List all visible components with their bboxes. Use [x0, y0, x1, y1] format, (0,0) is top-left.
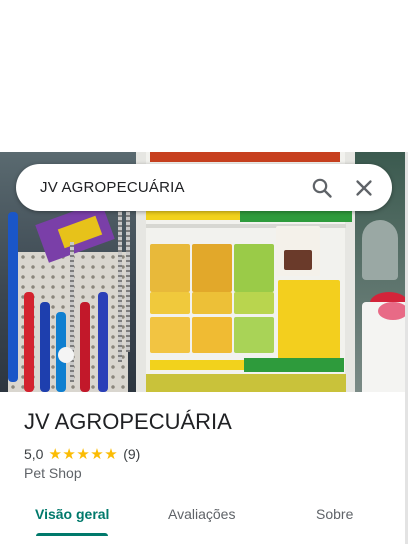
- tab-about[interactable]: Sobre: [316, 506, 353, 522]
- photo-pouch: [192, 244, 232, 292]
- photo-pouch: [234, 244, 274, 292]
- photo-shelf-label: [146, 210, 246, 220]
- photo-shelf-label: [150, 360, 248, 370]
- photo-lower-shelf: [146, 374, 346, 392]
- search-input[interactable]: JV AGROPECUÁRIA: [40, 179, 310, 196]
- photo-chain: [126, 192, 130, 352]
- photo-pouch: [234, 292, 274, 314]
- photo-product-box: [284, 250, 312, 270]
- place-category[interactable]: Pet Shop: [24, 465, 82, 481]
- tab-overview[interactable]: Visão geral: [35, 506, 109, 522]
- map-blank-area: [0, 0, 408, 152]
- photo-shelf-label: [244, 358, 344, 372]
- photo-leash: [98, 292, 108, 392]
- search-bar[interactable]: JV AGROPECUÁRIA: [16, 164, 392, 211]
- tab-reviews[interactable]: Avaliações: [168, 506, 235, 522]
- place-title: JV AGROPECUÁRIA: [24, 409, 232, 434]
- photo-bowl: [378, 302, 408, 320]
- photo-leash: [8, 212, 18, 382]
- search-icon[interactable]: [310, 176, 334, 200]
- photo-pouch: [150, 317, 190, 353]
- photo-leash: [24, 292, 34, 392]
- photo-leash: [80, 302, 90, 392]
- photo-pouch: [150, 292, 190, 314]
- rating-stars-icon: ★★★★★: [48, 446, 119, 463]
- photo-pouch: [192, 317, 232, 353]
- photo-pouch: [234, 317, 274, 353]
- photo-leash: [40, 302, 50, 392]
- rating-row[interactable]: 5,0 ★★★★★ (9): [24, 445, 140, 463]
- close-icon[interactable]: [352, 176, 376, 200]
- photo-scoop: [362, 220, 398, 280]
- photo-pouch: [192, 292, 232, 314]
- place-info-panel: JV AGROPECUÁRIA 5,0 ★★★★★ (9) Pet Shop V…: [0, 392, 408, 544]
- review-count: (9): [123, 446, 141, 462]
- photo-pouch: [150, 244, 190, 292]
- photo-products-top: [150, 152, 340, 162]
- place-tabs: Visão geral Avaliações Sobre: [0, 496, 408, 536]
- photo-bone-toy: [58, 347, 74, 363]
- photo-yellow-box: [278, 280, 340, 360]
- rating-value: 5,0: [24, 446, 44, 462]
- active-tab-indicator: [36, 533, 108, 536]
